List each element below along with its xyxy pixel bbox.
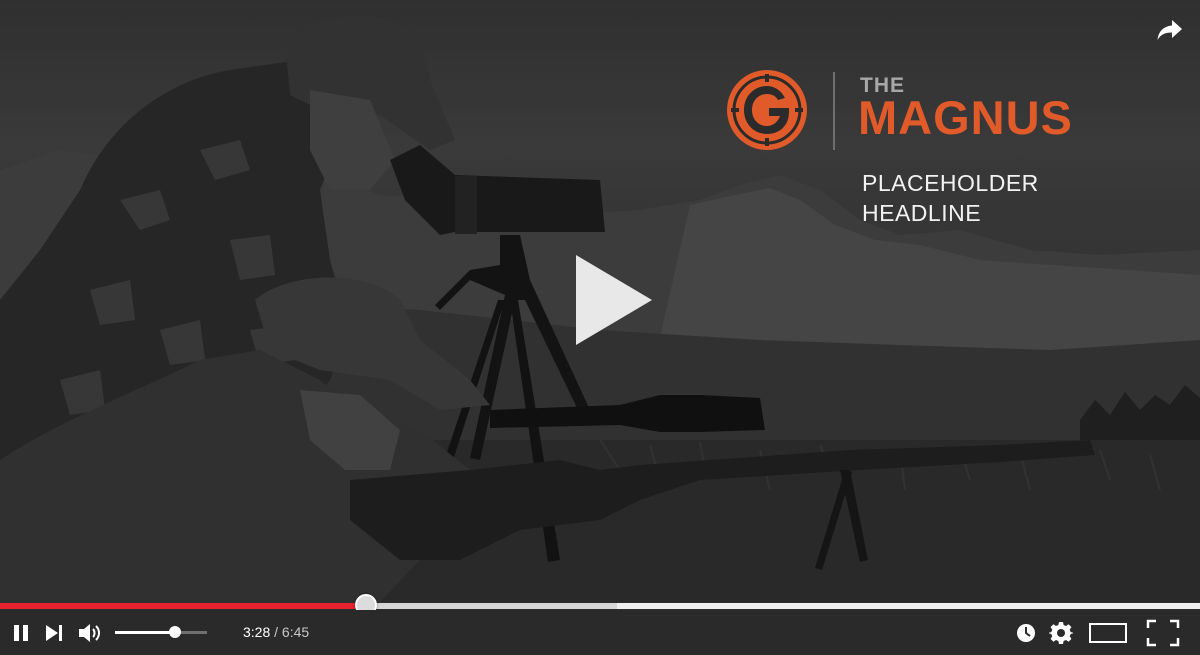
- volume-icon: [79, 623, 100, 642]
- big-play-button[interactable]: [565, 245, 660, 355]
- theater-mode-icon: [1089, 622, 1127, 643]
- theater-mode-button[interactable]: [1086, 610, 1130, 655]
- progress-played: [0, 603, 366, 609]
- control-bar: 3:28 / 6:45: [0, 610, 1200, 655]
- next-button[interactable]: [38, 610, 70, 655]
- pause-button[interactable]: [6, 610, 36, 655]
- share-button[interactable]: [1150, 12, 1190, 48]
- volume-button[interactable]: [74, 610, 108, 655]
- video-player[interactable]: THE MAGNUS PLACEHOLDER HEADLINE 3:28 / 6…: [0, 0, 1200, 655]
- headline: PLACEHOLDER HEADLINE: [862, 168, 1122, 228]
- play-icon: [575, 255, 652, 345]
- time-display: 3:28 / 6:45: [243, 610, 309, 655]
- brand-divider: [833, 72, 835, 150]
- duration: 6:45: [281, 624, 310, 640]
- time-separator: /: [274, 624, 279, 640]
- pause-icon: [14, 624, 28, 641]
- settings-button[interactable]: [1046, 610, 1076, 655]
- watch-later-button[interactable]: [1012, 610, 1040, 655]
- g-logo-icon: [727, 70, 807, 150]
- headline-line-2: HEADLINE: [862, 200, 982, 226]
- brand-overlay: THE MAGNUS PLACEHOLDER HEADLINE: [725, 66, 1125, 236]
- volume-knob[interactable]: [168, 626, 181, 638]
- fullscreen-icon: [1146, 619, 1180, 646]
- progress-bar[interactable]: [0, 594, 1200, 616]
- next-track-icon: [46, 624, 62, 641]
- current-time: 3:28: [243, 624, 271, 640]
- volume-slider[interactable]: [115, 610, 207, 655]
- fullscreen-button[interactable]: [1144, 610, 1182, 655]
- brand-name: MAGNUS: [858, 91, 1073, 144]
- share-arrow-icon: [1157, 20, 1182, 40]
- gear-icon: [1049, 621, 1073, 644]
- headline-line-1: PLACEHOLDER: [862, 170, 1039, 196]
- clock-icon: [1017, 623, 1035, 642]
- volume-fill: [115, 631, 175, 634]
